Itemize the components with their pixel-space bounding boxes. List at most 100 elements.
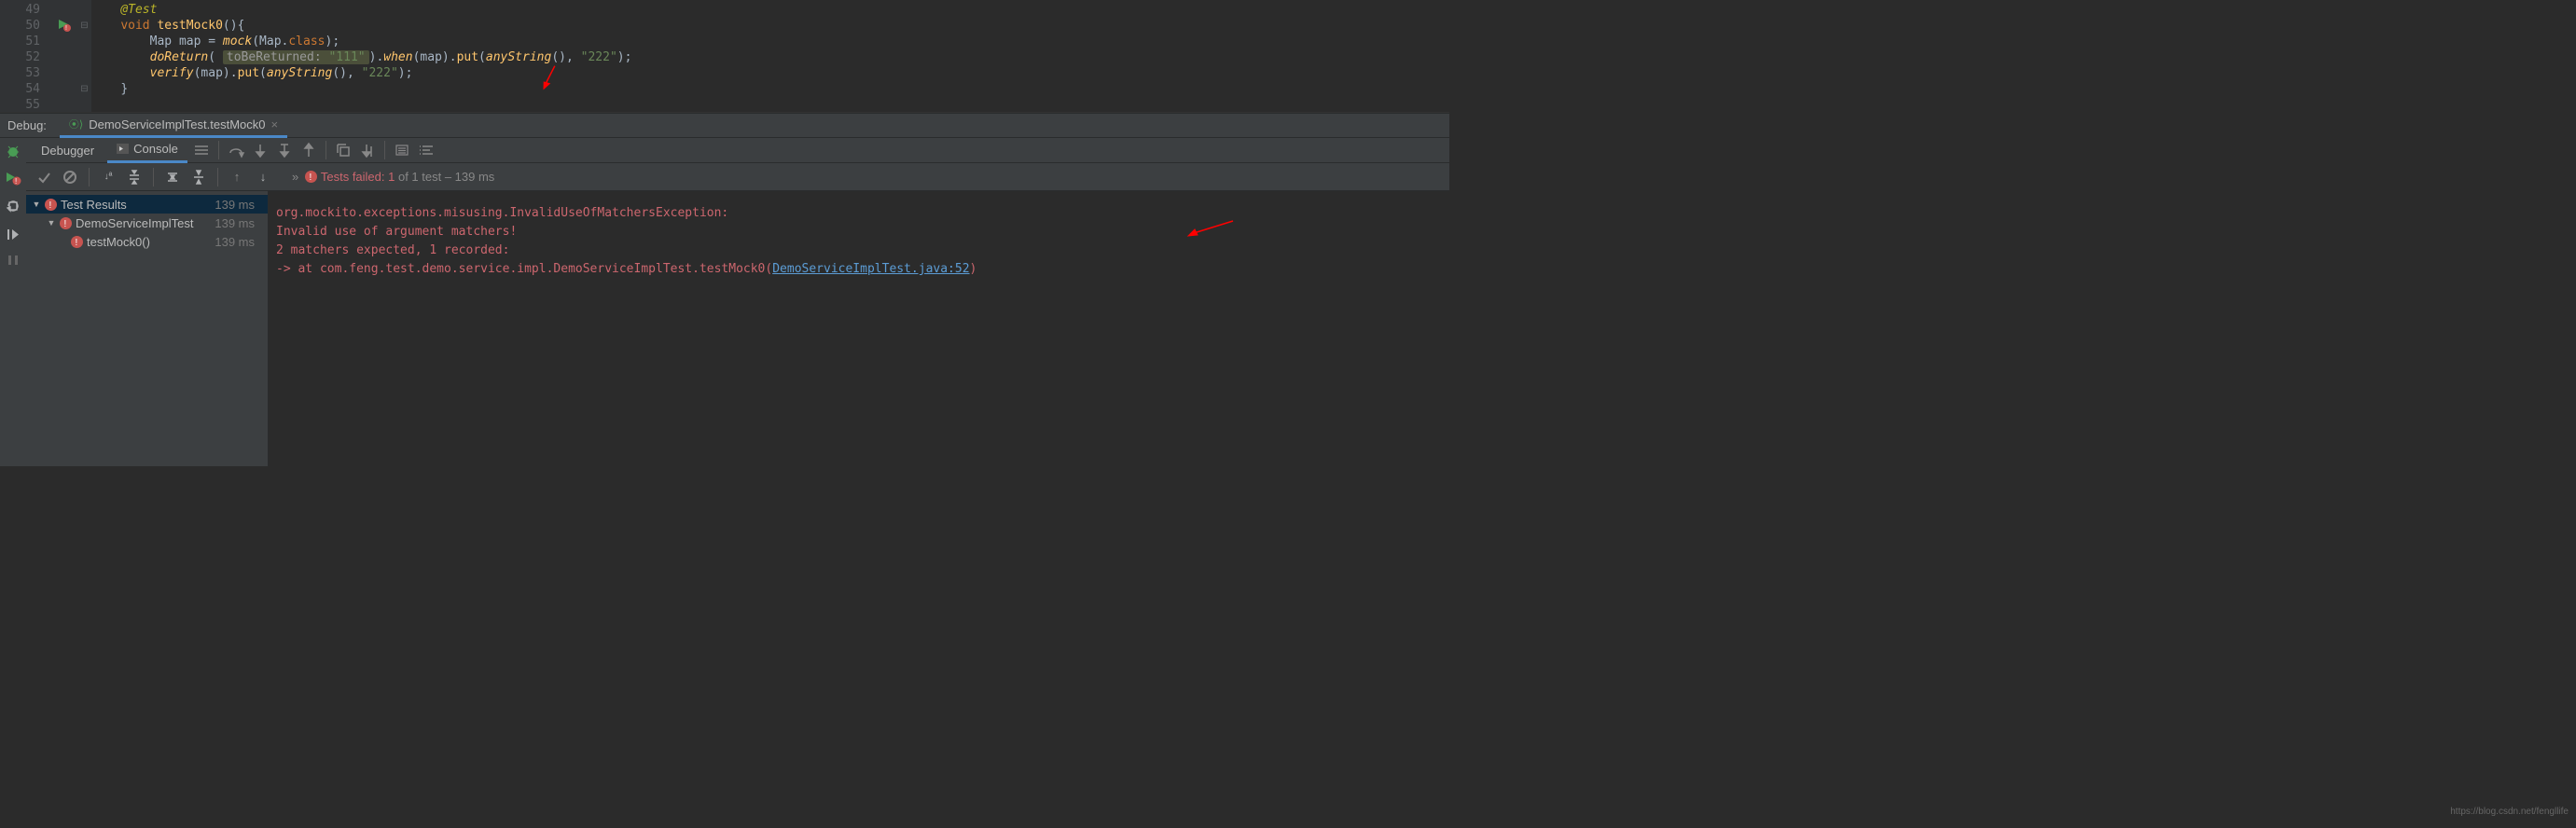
fn-call: mock xyxy=(223,34,252,48)
debug-toolwindow-titlebar: Debug: ⦿⟩ DemoServiceImplTest.testMock0 … xyxy=(0,113,1449,138)
source-link[interactable]: DemoServiceImplTest.java:52 xyxy=(772,262,969,276)
line-number: 50 xyxy=(0,18,40,34)
param-hint: toBeReturned: "111" xyxy=(223,50,369,64)
line-number-gutter: 49 50 51 52 53 54 55 xyxy=(0,0,51,112)
watermark: https://blog.csdn.net/fengllife xyxy=(2450,807,2569,817)
fn-call: verify xyxy=(150,66,194,80)
debug-session-tab[interactable]: ⦿⟩ DemoServiceImplTest.testMock0 × xyxy=(60,113,287,138)
test-results-toolbar: ↓ª ↑ ↓ » ! Tests failed: 1 of 1 test – 1… xyxy=(26,163,1449,191)
fn-call: doReturn xyxy=(150,50,209,64)
debug-side-toolbar: ! xyxy=(0,138,26,466)
tests-failed-count: Tests failed: 1 xyxy=(321,170,395,184)
debugger-tab[interactable]: Debugger xyxy=(32,138,104,163)
line-number: 51 xyxy=(0,34,40,49)
test-tree-method[interactable]: ! testMock0() 139 ms xyxy=(26,232,268,251)
string-literal: "222" xyxy=(362,66,398,80)
next-failed-button[interactable]: ↓ xyxy=(253,167,273,187)
test-tree[interactable]: ▼ ! Test Results 139 ms ▼ ! DemoServiceI… xyxy=(26,191,269,466)
expand-all-button[interactable] xyxy=(124,167,145,187)
expanded-icon: ▼ xyxy=(32,200,41,209)
code-text: ); xyxy=(325,34,340,48)
line-number: 52 xyxy=(0,49,40,65)
line-number: 54 xyxy=(0,81,40,97)
toggle-auto-test-button[interactable] xyxy=(6,199,21,216)
test-tree-class[interactable]: ▼ ! DemoServiceImplTest 139 ms xyxy=(26,214,268,232)
trace-current-stream-chain-button[interactable] xyxy=(416,140,436,160)
console-tab[interactable]: Console xyxy=(107,138,187,163)
test-tree-root[interactable]: ▼ ! Test Results 139 ms xyxy=(26,195,268,214)
close-tab-icon[interactable]: × xyxy=(271,117,279,131)
rerun-debug-button[interactable] xyxy=(6,144,21,159)
collapse-all-button[interactable] xyxy=(162,167,183,187)
code-text: map = xyxy=(179,34,223,48)
hide-passed-button[interactable] xyxy=(34,167,54,187)
debug-inner-tabbar: Debugger Console xyxy=(26,138,1449,163)
fn-call: anyString xyxy=(267,66,332,80)
fold-marker-icon[interactable]: ⊟ xyxy=(77,18,91,34)
code-text: (Map. xyxy=(252,34,288,48)
svg-text:!: ! xyxy=(65,25,67,32)
run-failed-gutter-icon[interactable]: ! xyxy=(51,18,77,34)
code-text-area[interactable]: @Test void testMock0(){ Map map = mock(M… xyxy=(91,0,1449,112)
tree-time: 139 ms xyxy=(215,235,262,249)
pause-button[interactable] xyxy=(7,255,19,269)
previous-failed-button[interactable]: ↑ xyxy=(227,167,247,187)
svg-text:!: ! xyxy=(76,238,78,248)
svg-text:!: ! xyxy=(64,219,67,229)
code-text: (map). xyxy=(413,50,457,64)
tree-time: 139 ms xyxy=(215,216,262,230)
code-text: (), xyxy=(332,66,361,80)
evaluate-expression-button[interactable] xyxy=(392,140,412,160)
code-text: (), xyxy=(551,50,580,64)
code-editor[interactable]: 49 50 51 52 53 54 55 ! ⊟ ⊟ @Test void te… xyxy=(0,0,1449,113)
threads-tab-icon[interactable] xyxy=(191,140,212,160)
sort-button[interactable]: ↓ª xyxy=(98,167,118,187)
code-text: ); xyxy=(398,66,413,80)
console-output[interactable]: org.mockito.exceptions.misusing.InvalidU… xyxy=(269,191,1449,466)
string-literal: "222" xyxy=(581,50,617,64)
drop-frame-button[interactable] xyxy=(333,140,353,160)
close-brace: } xyxy=(120,82,128,96)
gutter-icon-column: ! xyxy=(51,0,77,112)
console-line: -> at com.feng.test.demo.service.impl.De… xyxy=(276,262,772,276)
hide-ignored-button[interactable] xyxy=(60,167,80,187)
expanded-icon: ▼ xyxy=(47,218,56,228)
fn-call: put xyxy=(238,66,259,80)
console-line: org.mockito.exceptions.misusing.InvalidU… xyxy=(276,206,728,220)
step-over-button[interactable] xyxy=(226,140,246,160)
fold-end-icon[interactable]: ⊟ xyxy=(77,81,91,97)
step-out-button[interactable] xyxy=(298,140,319,160)
run-to-cursor-button[interactable] xyxy=(357,140,378,160)
code-text: (map). xyxy=(194,66,238,80)
results-area: ▼ ! Test Results 139 ms ▼ ! DemoServiceI… xyxy=(26,191,1449,466)
code-text: (){ xyxy=(223,19,244,33)
tree-label: DemoServiceImplTest xyxy=(76,216,193,230)
keyword-class: class xyxy=(288,34,325,48)
fn-call: put xyxy=(457,50,478,64)
method-name: testMock0 xyxy=(157,19,222,33)
console-line: Invalid use of argument matchers! xyxy=(276,225,517,239)
svg-text:!: ! xyxy=(15,177,17,186)
resume-button[interactable] xyxy=(7,228,20,243)
console-line: ) xyxy=(970,262,977,276)
step-into-button[interactable] xyxy=(250,140,270,160)
run-config-icon: ⦿⟩ xyxy=(69,117,83,131)
tree-label: testMock0() xyxy=(87,235,150,249)
svg-text:!: ! xyxy=(49,200,52,211)
debug-title-label: Debug: xyxy=(7,118,47,132)
debug-session-name: DemoServiceImplTest.testMock0 xyxy=(89,117,265,131)
force-step-into-button[interactable] xyxy=(274,140,295,160)
chevron-right-icon: » xyxy=(292,170,298,184)
fn-call: when xyxy=(383,50,412,64)
rerun-failed-button[interactable]: ! xyxy=(6,170,21,187)
type-name: Map xyxy=(150,34,172,48)
tree-time: 139 ms xyxy=(215,198,262,212)
line-number: 55 xyxy=(0,97,40,113)
line-number: 53 xyxy=(0,65,40,81)
tests-total-suffix: of 1 test – 139 ms xyxy=(395,170,494,184)
annotation-arrow-icon xyxy=(1188,219,1235,244)
collapse-all-button-2[interactable] xyxy=(188,167,209,187)
line-number: 49 xyxy=(0,2,40,18)
code-text: ). xyxy=(369,50,384,64)
svg-text:!: ! xyxy=(310,172,312,183)
